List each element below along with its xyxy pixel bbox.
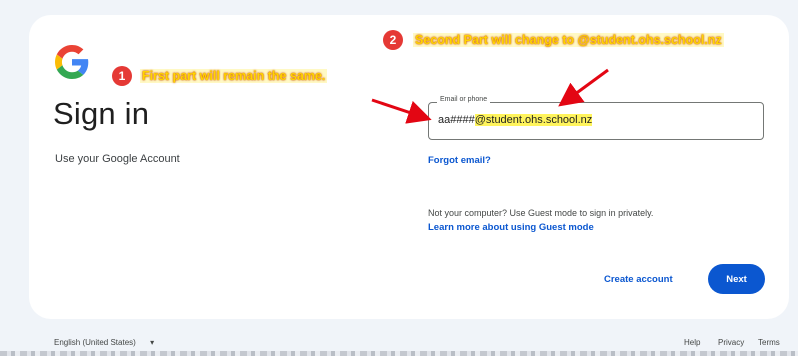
arrow-2 [558, 68, 609, 107]
annotation-arrows [371, 68, 609, 124]
arrow-1 [371, 98, 432, 124]
